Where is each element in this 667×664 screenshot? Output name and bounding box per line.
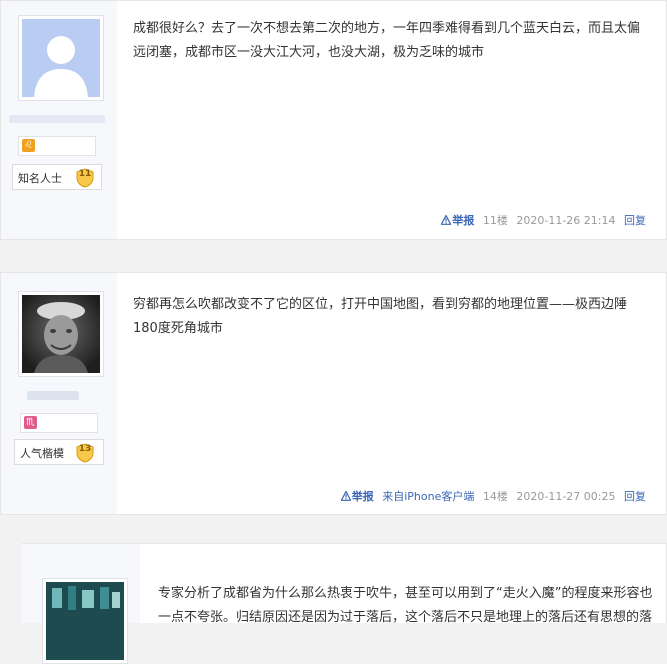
default-avatar-icon (22, 19, 100, 97)
level-shield-icon: 13 (75, 443, 95, 463)
floor-number: 11楼 (482, 214, 508, 227)
post-floor-11: ♌ 知名人士 11 成都很好么？去了一次不想去第二次的地方，一年四季难得看到几个… (0, 0, 667, 240)
level-shield-icon: 11 (75, 168, 95, 188)
post-content: 穷都再怎么吹都改变不了它的区位，打开中国地图，看到穷都的地理位置——极西边陲18… (133, 297, 628, 336)
post-floor-next: 专家分析了成都省为什么那么热衷于吹牛，甚至可以用到了“走火入魔”的程度来形容也一… (22, 543, 667, 664)
level-badge-box[interactable]: 人气楷模 13 (14, 439, 104, 465)
leo-zodiac-icon: ♌ (22, 139, 35, 152)
post-floor-14: ♏ 人气楷模 13 穷都再怎么吹都改变不了它的区位，打开中国地图，看到穷都的地理… (0, 272, 667, 515)
post-meta: 举报 11楼 2020-11-26 21:14 回复 (436, 212, 646, 228)
client-source-link[interactable]: 来自iPhone客户端 (382, 490, 474, 503)
warning-icon (340, 491, 351, 501)
level-title: 知名人士 (18, 172, 62, 185)
avatar[interactable] (18, 291, 104, 377)
username-blurred[interactable] (9, 115, 105, 123)
level-number: 11 (78, 169, 92, 179)
post-content: 成都很好么？去了一次不想去第二次的地方，一年四季难得看到几个蓝天白云，而且太偏远… (133, 21, 641, 60)
zodiac-badge: ♌ (18, 136, 96, 156)
reply-link[interactable]: 回复 (624, 490, 646, 503)
scorpio-zodiac-icon: ♏ (24, 416, 37, 429)
level-badge-box[interactable]: 知名人士 11 (12, 164, 102, 190)
warning-icon (441, 215, 452, 225)
reply-link[interactable]: 回复 (624, 214, 646, 227)
username-blurred[interactable] (27, 391, 79, 400)
post-timestamp: 2020-11-26 21:14 (516, 214, 616, 227)
zodiac-badge: ♏ (20, 413, 98, 433)
avatar[interactable] (42, 578, 128, 664)
user-photo-avatar (22, 295, 100, 373)
level-title: 人气楷模 (20, 447, 64, 460)
report-link[interactable]: 举报 (441, 214, 474, 227)
user-photo-avatar (46, 582, 124, 660)
post-meta: 举报 来自iPhone客户端 14楼 2020-11-27 00:25 回复 (336, 488, 646, 504)
floor-number: 14楼 (482, 490, 508, 503)
avatar[interactable] (18, 15, 104, 101)
post-timestamp: 2020-11-27 00:25 (516, 490, 616, 503)
post-content: 专家分析了成都省为什么那么热衷于吹牛，甚至可以用到了“走火入魔”的程度来形容也一… (158, 586, 653, 625)
level-number: 13 (78, 444, 92, 454)
report-link[interactable]: 举报 (340, 490, 374, 503)
